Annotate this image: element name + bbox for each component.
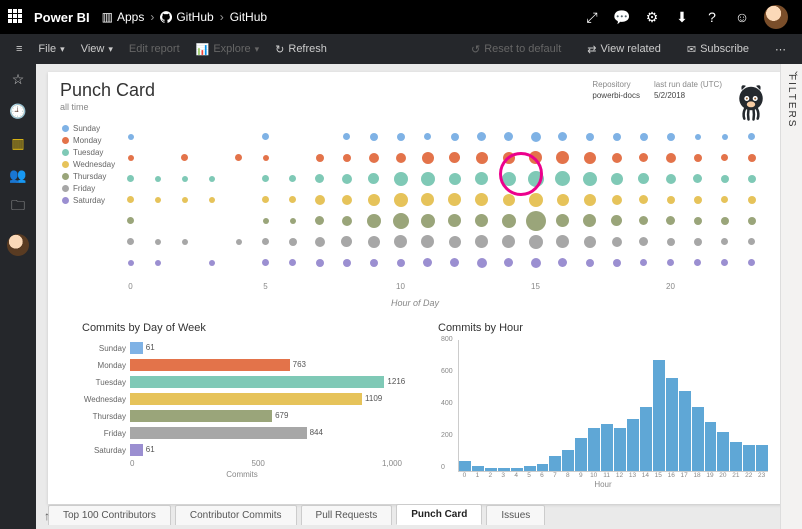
nav-apps-icon[interactable]: ▥ [9, 134, 27, 152]
commits-by-day-chart[interactable]: Commits by Day of Week Sunday61Monday763… [82, 322, 402, 492]
menu-more-icon[interactable]: ⋯ [767, 43, 794, 56]
expand-icon[interactable]: ⤢ [584, 9, 600, 25]
breadcrumb: ▥ Apps › GitHub › GitHub [102, 10, 267, 24]
page-tabs: Top 100 ContributorsContributor CommitsP… [48, 501, 780, 525]
chat-icon[interactable]: 💬 [614, 9, 630, 25]
octocat-icon [730, 80, 772, 122]
breadcrumb-github-workspace[interactable]: GitHub [160, 10, 213, 24]
topbar-actions: ⤢ 💬 ⚙ ⬇ ? ☺ [584, 5, 788, 29]
menu-explore: 📊 Explore▾ [188, 34, 268, 64]
user-avatar[interactable] [764, 5, 788, 29]
punch-card-chart[interactable] [118, 126, 768, 276]
tab-contributor-commits[interactable]: Contributor Commits [175, 505, 297, 525]
help-icon[interactable]: ? [704, 9, 720, 25]
tab-issues[interactable]: Issues [486, 505, 545, 525]
menu-view[interactable]: View▾ [73, 34, 121, 64]
menu-refresh[interactable]: ↻ Refresh [267, 34, 335, 64]
breadcrumb-github-report[interactable]: GitHub [230, 10, 267, 24]
menu-reset: ↺ Reset to default [463, 43, 569, 56]
feedback-icon[interactable]: ☺ [734, 9, 750, 25]
page-title: Punch Card [60, 80, 155, 101]
tab-pull-requests[interactable]: Pull Requests [301, 505, 393, 525]
punch-legend: SundayMondayTuesdayWednesdayThursdayFrid… [62, 124, 115, 208]
chevron-right-icon: › [150, 10, 154, 24]
app-launcher-icon[interactable] [8, 9, 24, 25]
nav-favorite-icon[interactable]: ☆ [9, 70, 27, 88]
tab-top-100-contributors[interactable]: Top 100 Contributors [48, 505, 171, 525]
nav-workspace-icon[interactable]: 🗀 [9, 198, 27, 216]
gear-icon[interactable]: ⚙ [644, 9, 660, 25]
chevron-left-icon: ‹ [795, 68, 798, 79]
report-page: Punch Card all time Repositorypowerbi-do… [48, 72, 780, 504]
left-nav: ☆ 🕘 ▥ 👥 🗀 [0, 64, 36, 529]
tab-punch-card[interactable]: Punch Card [396, 504, 482, 525]
page-metadata: Repositorypowerbi-docs last run date (UT… [592, 80, 722, 100]
menu-file[interactable]: File▾ [30, 34, 72, 64]
chart-title: Commits by Day of Week [82, 322, 402, 334]
filters-pane-collapsed[interactable]: ‹ FILTERS [780, 64, 802, 529]
commits-by-hour-chart[interactable]: Commits by Hour 800 600 400 200 0 012345… [438, 322, 768, 492]
chevron-right-icon: › [220, 10, 224, 24]
menu-subscribe[interactable]: ✉ Subscribe [679, 43, 757, 56]
top-app-bar: Power BI ▥ Apps › GitHub › GitHub ⤢ 💬 ⚙ … [0, 0, 802, 34]
punch-x-axis-label: Hour of Day [48, 298, 780, 308]
report-menubar: ≡ File▾ View▾ Edit report 📊 Explore▾ ↻ R… [0, 34, 802, 64]
scroll-up-icon[interactable]: ↑ [44, 509, 50, 523]
page-subtitle: all time [60, 102, 89, 112]
hamburger-icon[interactable]: ≡ [8, 34, 30, 64]
menu-view-related[interactable]: ⇄ View related [579, 43, 669, 56]
nav-shared-icon[interactable]: 👥 [9, 166, 27, 184]
nav-user-avatar[interactable] [7, 234, 29, 256]
brand-label: Power BI [34, 10, 90, 25]
menu-edit-report: Edit report [121, 34, 188, 64]
apps-icon[interactable]: ▥ Apps [102, 10, 145, 24]
nav-recent-icon[interactable]: 🕘 [9, 102, 27, 120]
chart-title: Commits by Hour [438, 322, 768, 334]
report-canvas: Punch Card all time Repositorypowerbi-do… [36, 64, 780, 529]
filters-label: FILTERS [786, 74, 797, 128]
download-icon[interactable]: ⬇ [674, 9, 690, 25]
